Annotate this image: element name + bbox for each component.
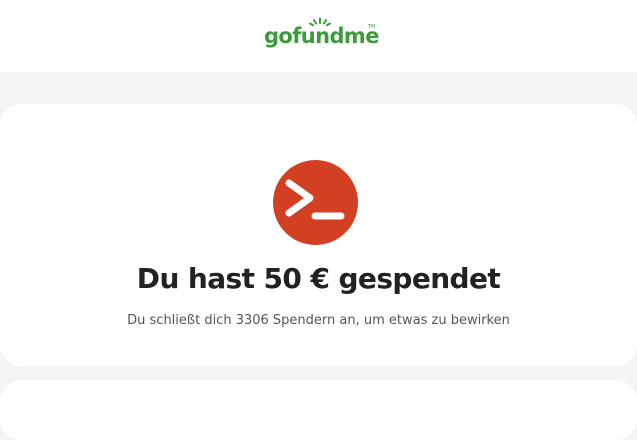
logo-wordmark: gofundme [264,24,379,48]
terminal-prompt-icon [285,179,345,220]
donation-headline: Du hast 50 € gespendet [136,262,501,295]
donor-count-text: Du schließt dich 3306 Spendern an, um et… [127,313,510,328]
site-header: gofundme TM [0,0,637,72]
next-section-card [0,380,637,440]
gofundme-logo[interactable]: gofundme TM [264,17,379,53]
campaign-avatar [273,160,358,245]
logo-trademark: TM [368,24,376,30]
